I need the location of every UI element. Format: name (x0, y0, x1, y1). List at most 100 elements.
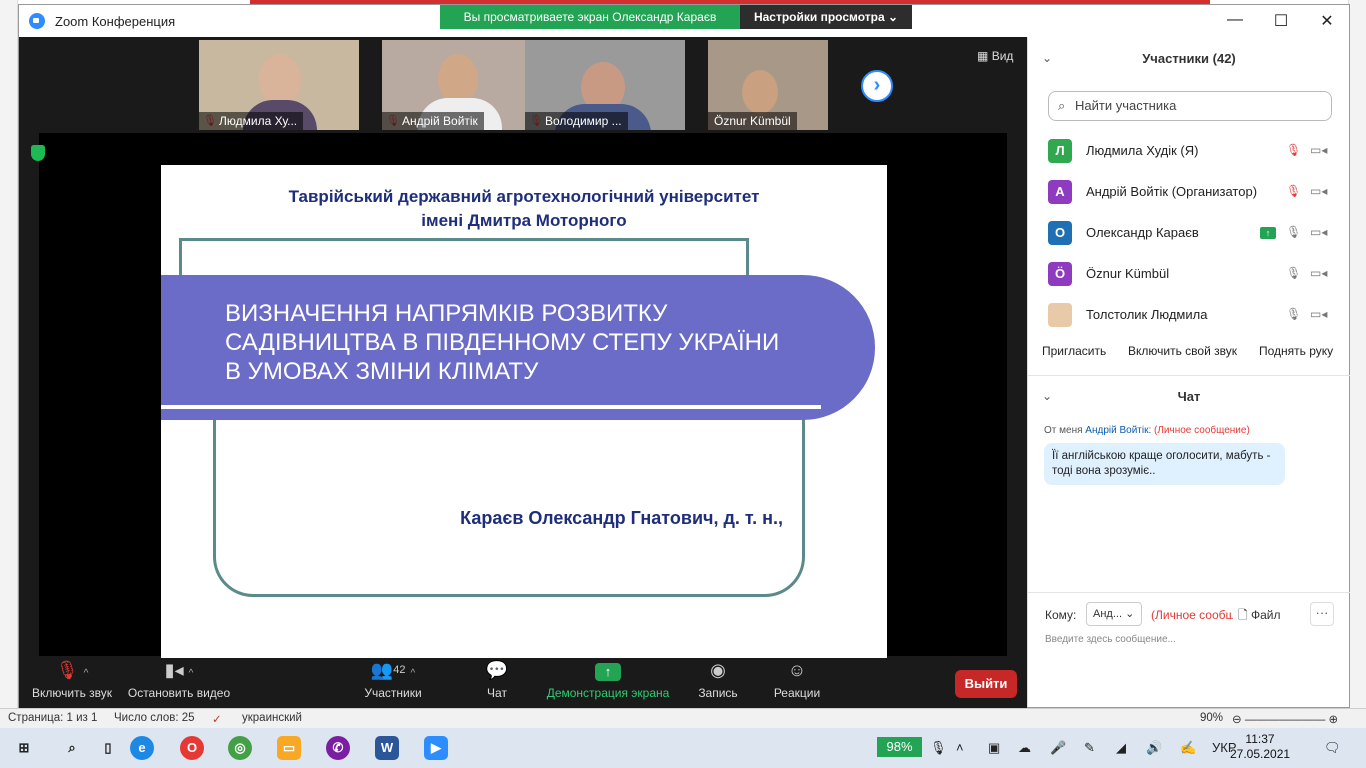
participant-row[interactable]: Ö Öznur Kümbül 🎙 ▭◂ (1028, 254, 1350, 295)
chat-message: Її англійською краще оголосити, мабуть -… (1044, 443, 1285, 485)
slide-frame-bottom (213, 415, 805, 597)
video-camera-icon[interactable]: ▭◂ (1310, 307, 1327, 321)
chat-button[interactable]: 💬 Чат (477, 658, 517, 708)
opera-icon[interactable]: O (180, 736, 204, 760)
mic-icon[interactable]: 🎙 (1286, 307, 1301, 321)
avatar: Л (1048, 139, 1072, 163)
participant-row[interactable]: О Олександр Караєв ↑ 🎙 ▭◂ (1028, 213, 1350, 254)
file-explorer-icon[interactable]: ▭ (277, 736, 301, 760)
participant-name: Öznur Kümbül (1086, 266, 1170, 281)
chat-message-header: От меня Андрій Войтік: (Личное сообщение… (1044, 425, 1250, 436)
device-icon[interactable]: ▣ (988, 740, 1000, 756)
task-view-icon[interactable]: ▯ (96, 736, 120, 760)
side-panel: ⌄ Участники (42) ⌕ Найти участника Л Людм… (1027, 37, 1350, 707)
thumbnail-name: Андрій Войтік (382, 112, 484, 130)
unmute-button[interactable]: 🎙 ^ Включить звук (27, 658, 117, 708)
participants-icon: 👥42 ^ (370, 660, 416, 680)
muted-mic-icon[interactable]: 🎙 (1286, 143, 1301, 157)
chat-message-input[interactable]: Введите здесь сообщение... (1045, 634, 1176, 645)
mic-icon[interactable]: 🎤 (1050, 740, 1066, 756)
participant-row[interactable]: Толстолик Людмила 🎙 ▭◂ (1028, 295, 1350, 336)
minimize-icon[interactable]: — (1223, 11, 1247, 31)
grid-icon: ▦ (977, 49, 989, 63)
zoom-window: Zoom Конференция Вы просматриваете экран… (18, 4, 1350, 708)
notifications-icon[interactable]: 🗨 (1324, 740, 1341, 756)
zoom-slider[interactable]: ⊖ ——————— ⊕ (1232, 712, 1338, 726)
edge-icon[interactable]: e (130, 736, 154, 760)
participant-name: Андрій Войтік (Организатор) (1086, 184, 1258, 199)
leave-button[interactable]: Выйти (955, 670, 1017, 698)
raise-hand-button[interactable]: Поднять руку (1253, 339, 1339, 363)
thumbnail-name: Людмила Ху... (199, 112, 304, 130)
cloud-icon[interactable]: ☁ (1018, 740, 1031, 756)
mic-icon[interactable]: 🎙 (1286, 225, 1301, 239)
panel-divider (1028, 375, 1350, 376)
reactions-button[interactable]: ☺ Реакции (769, 658, 825, 708)
ink-icon[interactable]: ✍ (1180, 740, 1196, 756)
language-indicator[interactable]: украинский (242, 712, 302, 724)
wifi-icon[interactable]: ◢ (1116, 740, 1126, 756)
participant-thumbnail[interactable]: 🎙 Володимир ... (525, 40, 685, 130)
slide-divider (161, 405, 821, 409)
participant-thumbnail[interactable]: Öznur Kümbül (708, 40, 828, 130)
pen-icon[interactable]: ✎ (1084, 740, 1095, 756)
maximize-icon[interactable]: ☐ (1269, 11, 1293, 31)
chat-divider (1028, 592, 1350, 593)
close-icon[interactable]: ✕ (1315, 11, 1339, 31)
clock[interactable]: 11:37 27.05.2021 (1230, 732, 1290, 762)
avatar (1048, 303, 1072, 327)
video-camera-icon[interactable]: ▭◂ (1310, 184, 1327, 198)
mic-icon[interactable]: 🎙 (1286, 266, 1301, 280)
file-button[interactable]: 🗋 Файл (1238, 606, 1281, 627)
windows-start-icon[interactable]: ⊞ (12, 736, 36, 760)
invite-button[interactable]: Пригласить (1036, 339, 1112, 363)
more-options-button[interactable]: ··· (1310, 602, 1334, 626)
volume-icon[interactable]: 🔊 (1146, 740, 1162, 756)
search-icon[interactable]: ⌕ (60, 736, 84, 760)
participant-row[interactable]: Л Людмила Худік (Я) 🎙 ▭◂ (1028, 131, 1350, 172)
participant-thumbnail[interactable]: 🎙 Андрій Войтік (382, 40, 542, 130)
chat-icon: 💬 (485, 660, 509, 680)
shared-slide: Таврійський державний агротехнологічний … (161, 165, 887, 688)
video-camera-icon[interactable]: ▭◂ (1310, 266, 1327, 280)
avatar: А (1048, 180, 1072, 204)
share-screen-button[interactable]: ↑ Демонстрация экрана (543, 658, 673, 708)
shield-icon (31, 145, 45, 161)
zoom-taskbar-icon[interactable]: ▶ (424, 736, 448, 760)
microphone-icon[interactable]: 🎙 (930, 740, 947, 756)
zoom-logo-icon (29, 13, 45, 29)
reaction-icon: ☺ (787, 660, 807, 680)
video-camera-icon[interactable]: ▭◂ (1310, 225, 1327, 239)
next-page-button[interactable]: › (861, 70, 893, 102)
proofing-icon[interactable]: ✓ (212, 712, 222, 726)
taskbar: ⊞ ⌕ ▯ e O ◎ ▭ ✆ W ▶ 98% 🎙 ˄ ▣ ☁ 🎤 ✎ ◢ 🔊 … (0, 728, 1366, 768)
video-camera-icon: ▮◂ ^ (164, 660, 194, 680)
participant-thumbnail[interactable]: 🎙 Людмила Ху... (199, 40, 359, 130)
record-button[interactable]: ◉ Запись (693, 658, 743, 708)
participant-name: Толстолик Людмила (1086, 307, 1208, 322)
unmute-self-button[interactable]: Включить свой звук (1122, 339, 1243, 363)
chevron-up-icon[interactable]: ˄ (956, 740, 964, 755)
video-camera-icon[interactable]: ▭◂ (1310, 143, 1327, 157)
person-face (259, 54, 301, 106)
view-settings-button[interactable]: Настройки просмотра ⌄ (740, 5, 912, 29)
participant-search-input[interactable]: Найти участника (1048, 91, 1332, 121)
word-icon[interactable]: W (375, 736, 399, 760)
stop-video-button[interactable]: ▮◂ ^ Остановить видео (127, 658, 231, 708)
word-right-scrollbar[interactable] (1348, 0, 1366, 708)
university-heading: Таврійський державний агротехнологічний … (288, 187, 760, 230)
recipient-select[interactable]: Анд... ⌄ (1086, 602, 1142, 626)
participants-button[interactable]: 👥42 ^ Участники (359, 658, 427, 708)
muted-mic-icon[interactable]: 🎙 (1286, 184, 1301, 198)
participant-row[interactable]: А Андрій Войтік (Организатор) 🎙 ▭◂ (1028, 172, 1350, 213)
record-icon: ◉ (710, 660, 726, 680)
chevron-down-icon: ⌄ (887, 10, 899, 24)
word-left-ruler (0, 0, 18, 708)
chrome-icon[interactable]: ◎ (228, 736, 252, 760)
file-icon: 🗋 (1238, 608, 1248, 622)
view-button[interactable]: ▦ Вид (977, 49, 1013, 63)
word-status-bar: Страница: 1 из 1 Число слов: 25 ✓ украин… (0, 708, 1366, 728)
viber-icon[interactable]: ✆ (326, 736, 350, 760)
battery-indicator[interactable]: 98% (877, 737, 922, 757)
slide-title: ВИЗНАЧЕННЯ НАПРЯМКІВ РОЗВИТКУ САДІВНИЦТВ… (225, 300, 780, 385)
